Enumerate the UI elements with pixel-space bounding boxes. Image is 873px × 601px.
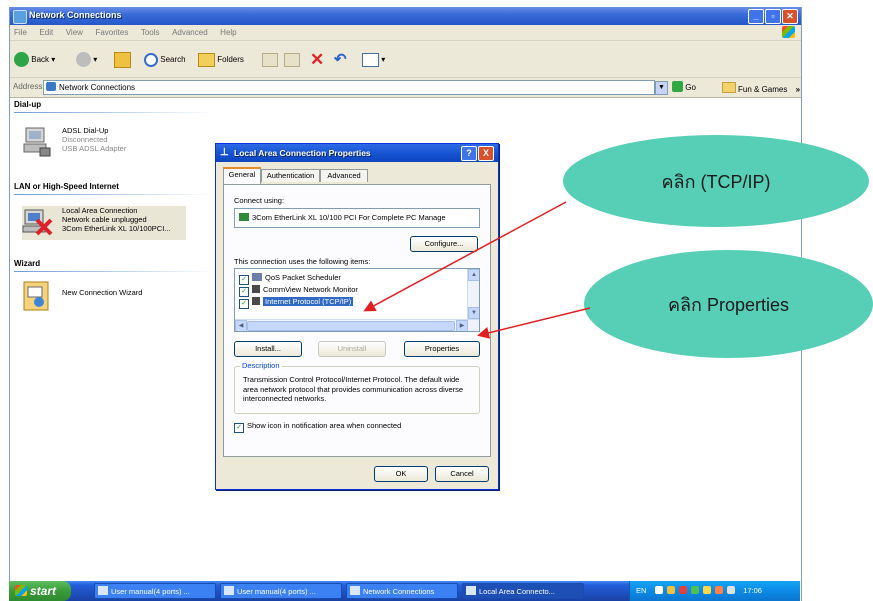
task-label: User manual(4 ports) ... [237, 587, 316, 596]
network-tray-icon[interactable] [666, 586, 675, 594]
clock: 17:06 [743, 586, 762, 595]
lan-connection-small-icon [466, 586, 476, 595]
windows-flag-icon [15, 585, 27, 596]
taskbar-item-user-manual-1[interactable]: User manual(4 ports) ... [94, 583, 216, 599]
taskbar-item-local-area-connection[interactable]: Local Area Connecto... [462, 583, 584, 599]
language-indicator[interactable]: EN [636, 586, 646, 595]
start-label: start [30, 584, 57, 598]
antivirus-tray-icon[interactable] [690, 586, 699, 594]
annotation-arrows [363, 201, 591, 339]
volume-tray-icon[interactable] [727, 586, 736, 594]
task-label: User manual(4 ports) ... [111, 587, 190, 596]
security-tray-icon[interactable] [678, 586, 687, 594]
update-tray-icon[interactable] [714, 586, 723, 594]
messenger-tray-icon[interactable] [702, 586, 711, 594]
word-document-icon [224, 586, 234, 595]
task-label: Local Area Connecto... [479, 587, 555, 596]
help-tray-icon[interactable] [654, 586, 663, 594]
taskbar-item-network-connections[interactable]: Network Connections [346, 583, 458, 599]
arrow-to-properties [477, 307, 591, 339]
start-button[interactable]: start [9, 581, 71, 601]
word-document-icon [98, 586, 108, 595]
task-label: Network Connections [363, 587, 435, 596]
taskbar: start User manual(4 ports) ... User manu… [9, 581, 800, 601]
network-connections-icon [350, 586, 360, 595]
taskbar-item-user-manual-2[interactable]: User manual(4 ports) ... [220, 583, 342, 599]
arrow-to-tcpip [363, 201, 567, 312]
system-tray: EN 17:06 [629, 581, 800, 601]
